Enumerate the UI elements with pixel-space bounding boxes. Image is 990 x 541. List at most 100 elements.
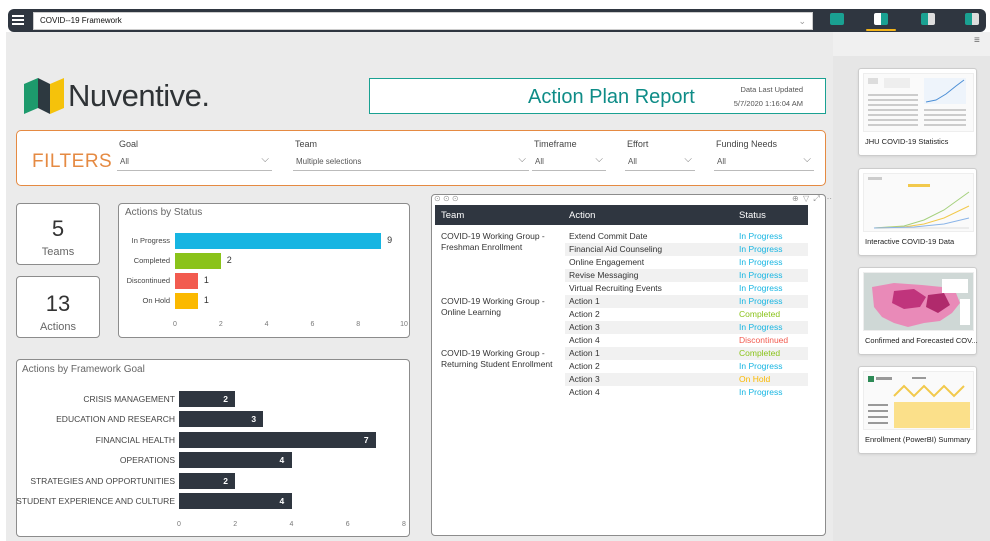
page-thumbnail-jhu[interactable]: JHU COVID-19 Statistics (858, 68, 977, 156)
table-row[interactable]: Action 2 Completed (565, 308, 808, 321)
team-filter-dropdown[interactable]: Multiple selections ⌵ (293, 153, 529, 171)
table-row[interactable]: Revise Messaging In Progress (565, 269, 808, 282)
status-cell: In Progress (739, 296, 783, 306)
status-axis-tick: 4 (264, 321, 269, 328)
col-status[interactable]: Status (739, 210, 766, 221)
effort-filter-dropdown[interactable]: All ⌵ (625, 153, 695, 171)
action-cell: Revise Messaging (569, 270, 639, 280)
status-bar (175, 293, 198, 309)
actions-kpi-card: 13 Actions (16, 276, 100, 338)
goal-filter-value: All (120, 157, 129, 166)
teams-kpi-card: 5 Teams (16, 203, 100, 265)
status-axis-tick: 8 (356, 321, 361, 328)
table-row[interactable]: Financial Aid Counseling In Progress (565, 243, 808, 256)
window-title-box[interactable]: COVID--19 Framework ⌄ (33, 12, 813, 30)
effort-filter-value: All (628, 157, 637, 166)
layout-icon-4[interactable] (965, 13, 979, 25)
funding-filter-label: Funding Needs (716, 139, 778, 149)
teams-count: 5 (51, 216, 65, 241)
status-cell: In Progress (739, 387, 783, 397)
expand-level-icon[interactable]: ⊙ (452, 194, 459, 203)
status-bar-value: 1 (203, 275, 209, 285)
timeframe-filter-dropdown[interactable]: All ⌵ (532, 153, 606, 171)
table-row[interactable]: Virtual Recruiting Events In Progress (565, 282, 808, 295)
framework-bar-value: 7 (363, 434, 369, 445)
actions-label: Actions (39, 321, 77, 333)
framework-axis-tick: 0 (177, 521, 181, 528)
timeframe-filter-label: Timeframe (534, 139, 577, 149)
table-row[interactable]: Extend Commit Date In Progress (565, 230, 808, 243)
visual-header-icons: ⊙ ⊙ ⊙ (434, 194, 459, 203)
col-action[interactable]: Action (569, 210, 595, 221)
goal-filter-label: Goal (119, 139, 139, 149)
drill-up-icon[interactable]: ⊙ (434, 194, 441, 203)
status-bar-value: 1 (203, 295, 209, 305)
action-cell: Action 4 (569, 335, 600, 345)
framework-bar (179, 493, 292, 509)
effort-filter-label: Effort (627, 139, 649, 149)
chevron-down-icon: ⌵ (595, 154, 603, 165)
page-label: Interactive COVID-19 Data (865, 237, 955, 246)
actions-by-status-card: Actions by Status In Progress 9 Completed 2… (118, 203, 410, 338)
framework-goal-card: Actions by Framework Goal CRISIS MANAGEM… (16, 359, 410, 537)
report-title: Action Plan Report (528, 86, 695, 108)
status-cell: Discontinued (739, 335, 789, 345)
page-thumbnail-enrollment[interactable]: Enrollment (PowerBI) Summary (858, 366, 977, 454)
funding-filter-dropdown[interactable]: All ⌵ (714, 153, 814, 171)
col-team[interactable]: Team (441, 210, 464, 221)
status-bar (175, 273, 198, 289)
framework-bar (179, 452, 292, 469)
table-row[interactable]: Online Engagement In Progress (565, 256, 808, 269)
layout-icon-2[interactable] (874, 13, 888, 25)
pin-icon[interactable]: ⊕ (792, 194, 800, 203)
table-row[interactable]: Action 1 Completed (565, 347, 808, 360)
team-cell: COVID-19 Working Group - Freshman Enrollm… (441, 231, 545, 253)
drill-down-icon[interactable]: ⊙ (443, 194, 450, 203)
last-updated: Data Last Updated 5/7/2020 1:16:04 AM (734, 83, 803, 111)
team-cell: COVID-19 Working Group - Returning Studen… (441, 348, 553, 370)
brand-name: Nuventive. (68, 78, 210, 113)
table-row[interactable]: Action 2 In Progress (565, 360, 808, 373)
action-cell: Online Engagement (569, 257, 645, 267)
action-cell: Action 1 (569, 296, 600, 306)
filter-icon[interactable]: ▽ (803, 194, 810, 203)
status-bar-label: Discontinued (126, 276, 170, 285)
thumbnail-image (863, 272, 974, 331)
teams-label: Teams (41, 246, 75, 258)
action-cell: Action 3 (569, 322, 600, 332)
focus-mode-icon[interactable]: ⤢ (813, 194, 820, 203)
status-cell: In Progress (739, 283, 783, 293)
status-cell: In Progress (739, 361, 783, 371)
filter-icon[interactable]: ≡ (974, 35, 980, 46)
status-bar (175, 233, 382, 249)
pages-pane-header (833, 32, 990, 56)
status-bar-label: In Progress (131, 236, 170, 245)
table-row[interactable]: Action 1 In Progress (565, 295, 808, 308)
status-bar-label: Completed (133, 256, 170, 265)
framework-axis-tick: 8 (402, 521, 406, 528)
chevron-down-icon[interactable]: ⌄ (798, 13, 806, 29)
page-thumbnail-forecast[interactable]: Confirmed and Forecasted COV... (858, 267, 978, 355)
table-row[interactable]: Action 4 In Progress (565, 386, 808, 399)
team-name-line2: Freshman Enrollment (441, 242, 523, 252)
goal-filter-dropdown[interactable]: All ⌵ (117, 153, 272, 171)
table-row[interactable]: Action 3 In Progress (565, 321, 808, 334)
table-row[interactable]: Action 3 On Hold (565, 373, 808, 386)
thumbnail-image (863, 173, 974, 232)
team-name-line2: Returning Student Enrollment (441, 359, 553, 369)
visual-options-icons: ⊕ ▽ ⤢ ⋯ (792, 194, 833, 204)
table-row[interactable]: Action 4 Discontinued (565, 334, 808, 347)
layout-icon-1[interactable] (830, 13, 844, 25)
status-cell: In Progress (739, 322, 783, 332)
layout-icon-3[interactable] (921, 13, 935, 25)
framework-bar-label: STRATEGIES AND OPPORTUNITIES (30, 475, 175, 486)
page-thumbnail-interactive[interactable]: Interactive COVID-19 Data (858, 168, 977, 256)
report-title-box: Action Plan Report Data Last Updated 5/7… (369, 78, 826, 114)
menu-icon[interactable] (12, 15, 24, 25)
status-axis-tick: 6 (310, 321, 315, 328)
page-label: Confirmed and Forecasted COV... (865, 336, 978, 345)
last-updated-label: Data Last Updated (740, 85, 803, 94)
active-view-indicator (866, 29, 896, 31)
more-options-icon[interactable]: ⋯ (824, 194, 833, 203)
team-cell: COVID-19 Working Group - Online Learning (441, 296, 545, 318)
